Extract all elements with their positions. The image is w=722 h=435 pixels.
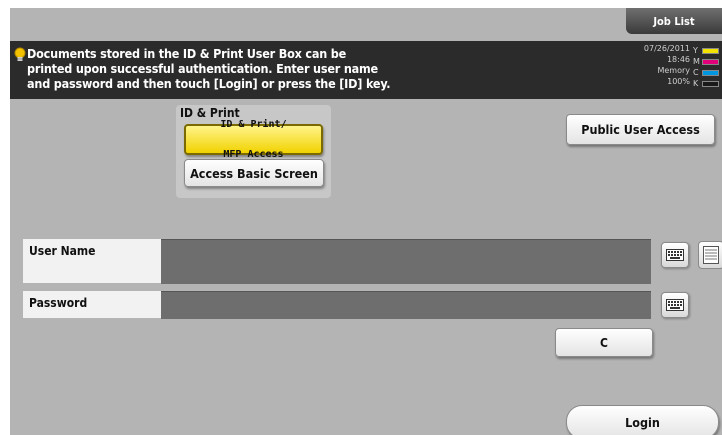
toner-bar-cyan <box>701 69 719 76</box>
memory-value: 100% <box>667 77 690 86</box>
toner-row: C <box>693 67 719 78</box>
toner-label: K <box>693 79 699 88</box>
message-line: Documents stored in the ID & Print User … <box>27 46 347 61</box>
instruction-message: Documents stored in the ID & Print User … <box>27 46 467 91</box>
id-print-mfp-access-button[interactable]: ID & Print/ MFP Access <box>184 119 323 159</box>
toner-row: M <box>693 56 719 67</box>
toner-label: M <box>693 57 700 66</box>
button-label-line: MFP Access <box>223 148 284 160</box>
public-user-access-button[interactable]: Public User Access <box>566 114 715 145</box>
lightbulb-icon <box>14 47 26 61</box>
password-label: Password <box>23 291 161 318</box>
user-name-input[interactable] <box>161 239 651 284</box>
toner-label: Y <box>693 46 698 55</box>
status-time: 18:46 <box>666 55 690 64</box>
message-line: and password and then touch [Login] or p… <box>27 76 391 91</box>
toner-bar-magenta <box>701 58 719 65</box>
access-basic-screen-button[interactable]: Access Basic Screen <box>184 159 324 187</box>
mfp-screen: Job List Documents stored in the ID & Pr… <box>10 8 722 435</box>
toner-bar-yellow <box>701 47 719 54</box>
toner-levels: Y M C K <box>693 45 719 89</box>
password-keyboard-button[interactable] <box>661 292 689 318</box>
password-input[interactable] <box>161 291 651 319</box>
job-list-button[interactable]: Job List <box>626 8 722 34</box>
message-line: printed upon successful authentication. … <box>27 61 378 76</box>
user-name-label: User Name <box>23 239 161 283</box>
keyboard-icon <box>666 249 684 261</box>
toner-label: C <box>693 68 699 77</box>
button-label-line: ID & Print/ <box>220 118 287 130</box>
status-date: 07/26/2011 <box>643 44 690 53</box>
toner-row: K <box>693 78 719 89</box>
status-readout: 07/26/2011 18:46 Memory 100% <box>620 43 690 87</box>
user-name-keyboard-button[interactable] <box>661 242 689 268</box>
memory-label: Memory <box>657 66 690 75</box>
user-list-icon <box>703 246 719 264</box>
clear-button[interactable]: C <box>555 328 653 357</box>
toner-row: Y <box>693 45 719 56</box>
toner-bar-black <box>701 80 719 87</box>
login-button[interactable]: Login <box>566 405 719 435</box>
message-bar: Documents stored in the ID & Print User … <box>10 41 722 99</box>
user-list-button[interactable] <box>698 241 722 269</box>
id-print-panel: ID & Print ID & Print/ MFP Access Access… <box>176 105 331 198</box>
keyboard-icon <box>666 299 684 311</box>
